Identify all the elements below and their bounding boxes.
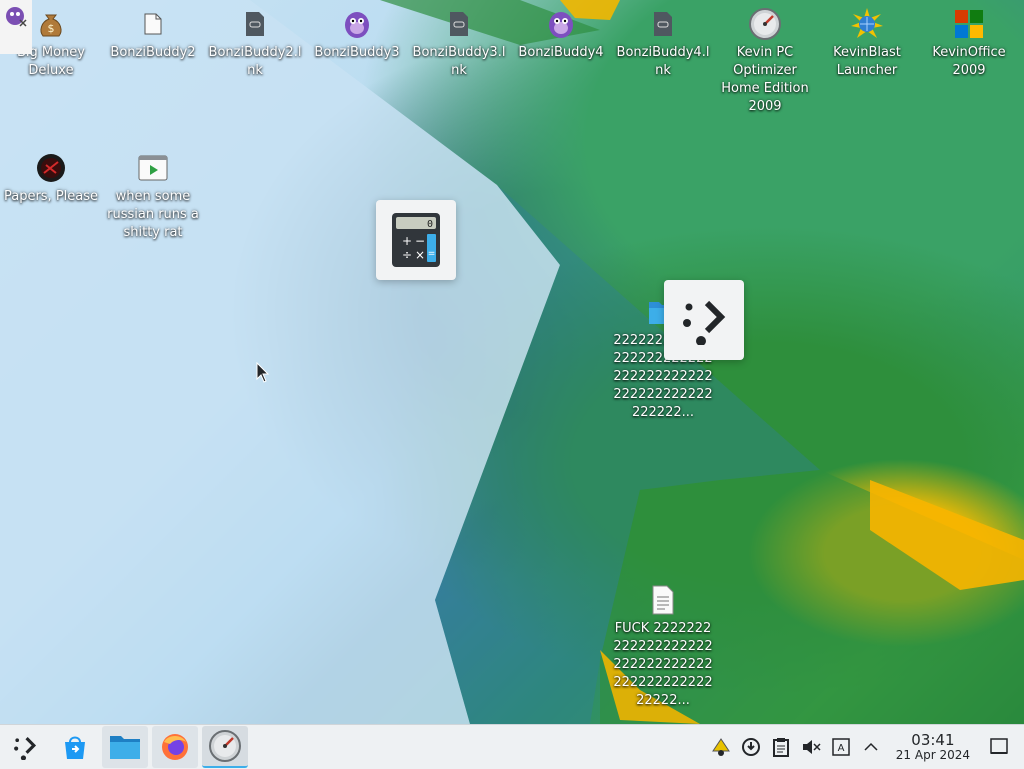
svg-text:$: $	[48, 22, 55, 35]
taskbar-discover[interactable]	[52, 726, 98, 768]
speaker-muted-icon	[802, 740, 821, 754]
taskbar-kevin-pc-optimizer[interactable]	[202, 726, 248, 768]
folder-icon	[110, 736, 140, 759]
wallpaper-ice-slab	[0, 0, 1024, 724]
chevron-up-icon	[864, 742, 878, 751]
papers-please-icon	[35, 152, 67, 184]
gauge-icon	[209, 730, 241, 762]
desktop-icon-fuck-document[interactable]: FUCK 22222222222222222222222222222222222…	[613, 584, 713, 710]
office-logo-icon	[953, 8, 985, 40]
svg-text:=: =	[428, 249, 436, 259]
show-desktop-icon	[990, 738, 1008, 754]
keyboard-icon: A	[832, 738, 850, 756]
desktop-icon-russian-rat-video[interactable]: when some russian runs a shitty rat	[103, 152, 203, 242]
calculator-display: 0	[427, 219, 433, 230]
desktop-icon-bonzibuddy3-lnk[interactable]: BonziBuddy3.lnk	[409, 8, 509, 80]
update-icon	[741, 738, 760, 756]
desktop-icon-bonzibuddy3[interactable]: BonziBuddy3	[307, 8, 407, 62]
bonzi-small-icon	[6, 7, 27, 27]
desktop-icon-bonzibuddy4-lnk[interactable]: BonziBuddy4.lnk	[613, 8, 713, 80]
desktop-icon-kevin-pc-optimizer[interactable]: Kevin PC Optimizer Home Edition 2009	[715, 8, 815, 116]
partial-window-edge[interactable]	[0, 0, 32, 54]
video-file-icon	[137, 152, 169, 184]
desktop-icon-kevinblast-launcher[interactable]: KevinBlast Launcher	[817, 8, 917, 80]
calculator-tile[interactable]: 0 + − ÷ × =	[376, 200, 456, 280]
taskbar-application-launcher[interactable]	[2, 726, 48, 768]
text-document-icon	[647, 584, 679, 616]
digital-clock[interactable]: 03:41 21 Apr 2024	[896, 732, 970, 762]
shortcut-file-icon	[443, 8, 475, 40]
shortcut-file-icon	[239, 8, 271, 40]
folder-icon	[137, 8, 169, 40]
clipboard-icon	[772, 738, 789, 757]
taskbar-file-manager[interactable]	[102, 726, 148, 768]
clock-time: 03:41	[911, 731, 955, 749]
show-desktop-button[interactable]	[988, 736, 1010, 758]
svg-text:÷: ÷	[402, 248, 412, 262]
svg-text:A: A	[837, 743, 844, 754]
money-bag-icon: $	[35, 8, 67, 40]
taskbar-panel: A 03:41 21 Apr 2024	[0, 724, 1024, 769]
mouse-cursor-icon	[256, 362, 270, 383]
desktop-icon-bonzibuddy2-lnk[interactable]: BonziBuddy2.lnk	[205, 8, 305, 80]
svg-text:×: ×	[415, 248, 425, 262]
calculator-icon: 0 + − ÷ × =	[392, 213, 440, 267]
kde-logo-icon	[683, 300, 726, 345]
tray-show-hidden[interactable]	[860, 736, 882, 758]
desktop-icon-kevinoffice-2009[interactable]: KevinOffice 2009	[919, 8, 1019, 80]
clock-date: 21 Apr 2024	[895, 748, 970, 762]
tray-input-method[interactable]: A	[830, 736, 852, 758]
kde-connect-icon	[711, 738, 730, 756]
tray-clipboard[interactable]	[770, 736, 792, 758]
desktop-icon-bonzibuddy4[interactable]: BonziBuddy4	[511, 8, 611, 62]
store-bag-icon	[65, 736, 85, 759]
gauge-icon	[749, 8, 781, 40]
svg-text:−: −	[415, 234, 425, 248]
firefox-icon	[162, 734, 188, 760]
svg-text:+: +	[402, 234, 412, 248]
bonzi-purple-gorilla-icon	[341, 8, 373, 40]
taskbar-firefox[interactable]	[152, 726, 198, 768]
shortcut-file-icon	[647, 8, 679, 40]
kde-launcher-tile[interactable]	[664, 280, 744, 360]
desktop-icon-bonzibuddy2[interactable]: BonziBuddy2	[103, 8, 203, 62]
bonzi-purple-gorilla-icon	[545, 8, 577, 40]
tray-updates[interactable]	[740, 736, 762, 758]
globe-burst-icon	[851, 8, 883, 40]
tray-volume[interactable]	[800, 736, 822, 758]
desktop-icon-papers-please[interactable]: Papers, Please	[1, 152, 101, 206]
kde-logo-icon	[14, 737, 37, 760]
tray-kde-connect[interactable]	[710, 736, 732, 758]
